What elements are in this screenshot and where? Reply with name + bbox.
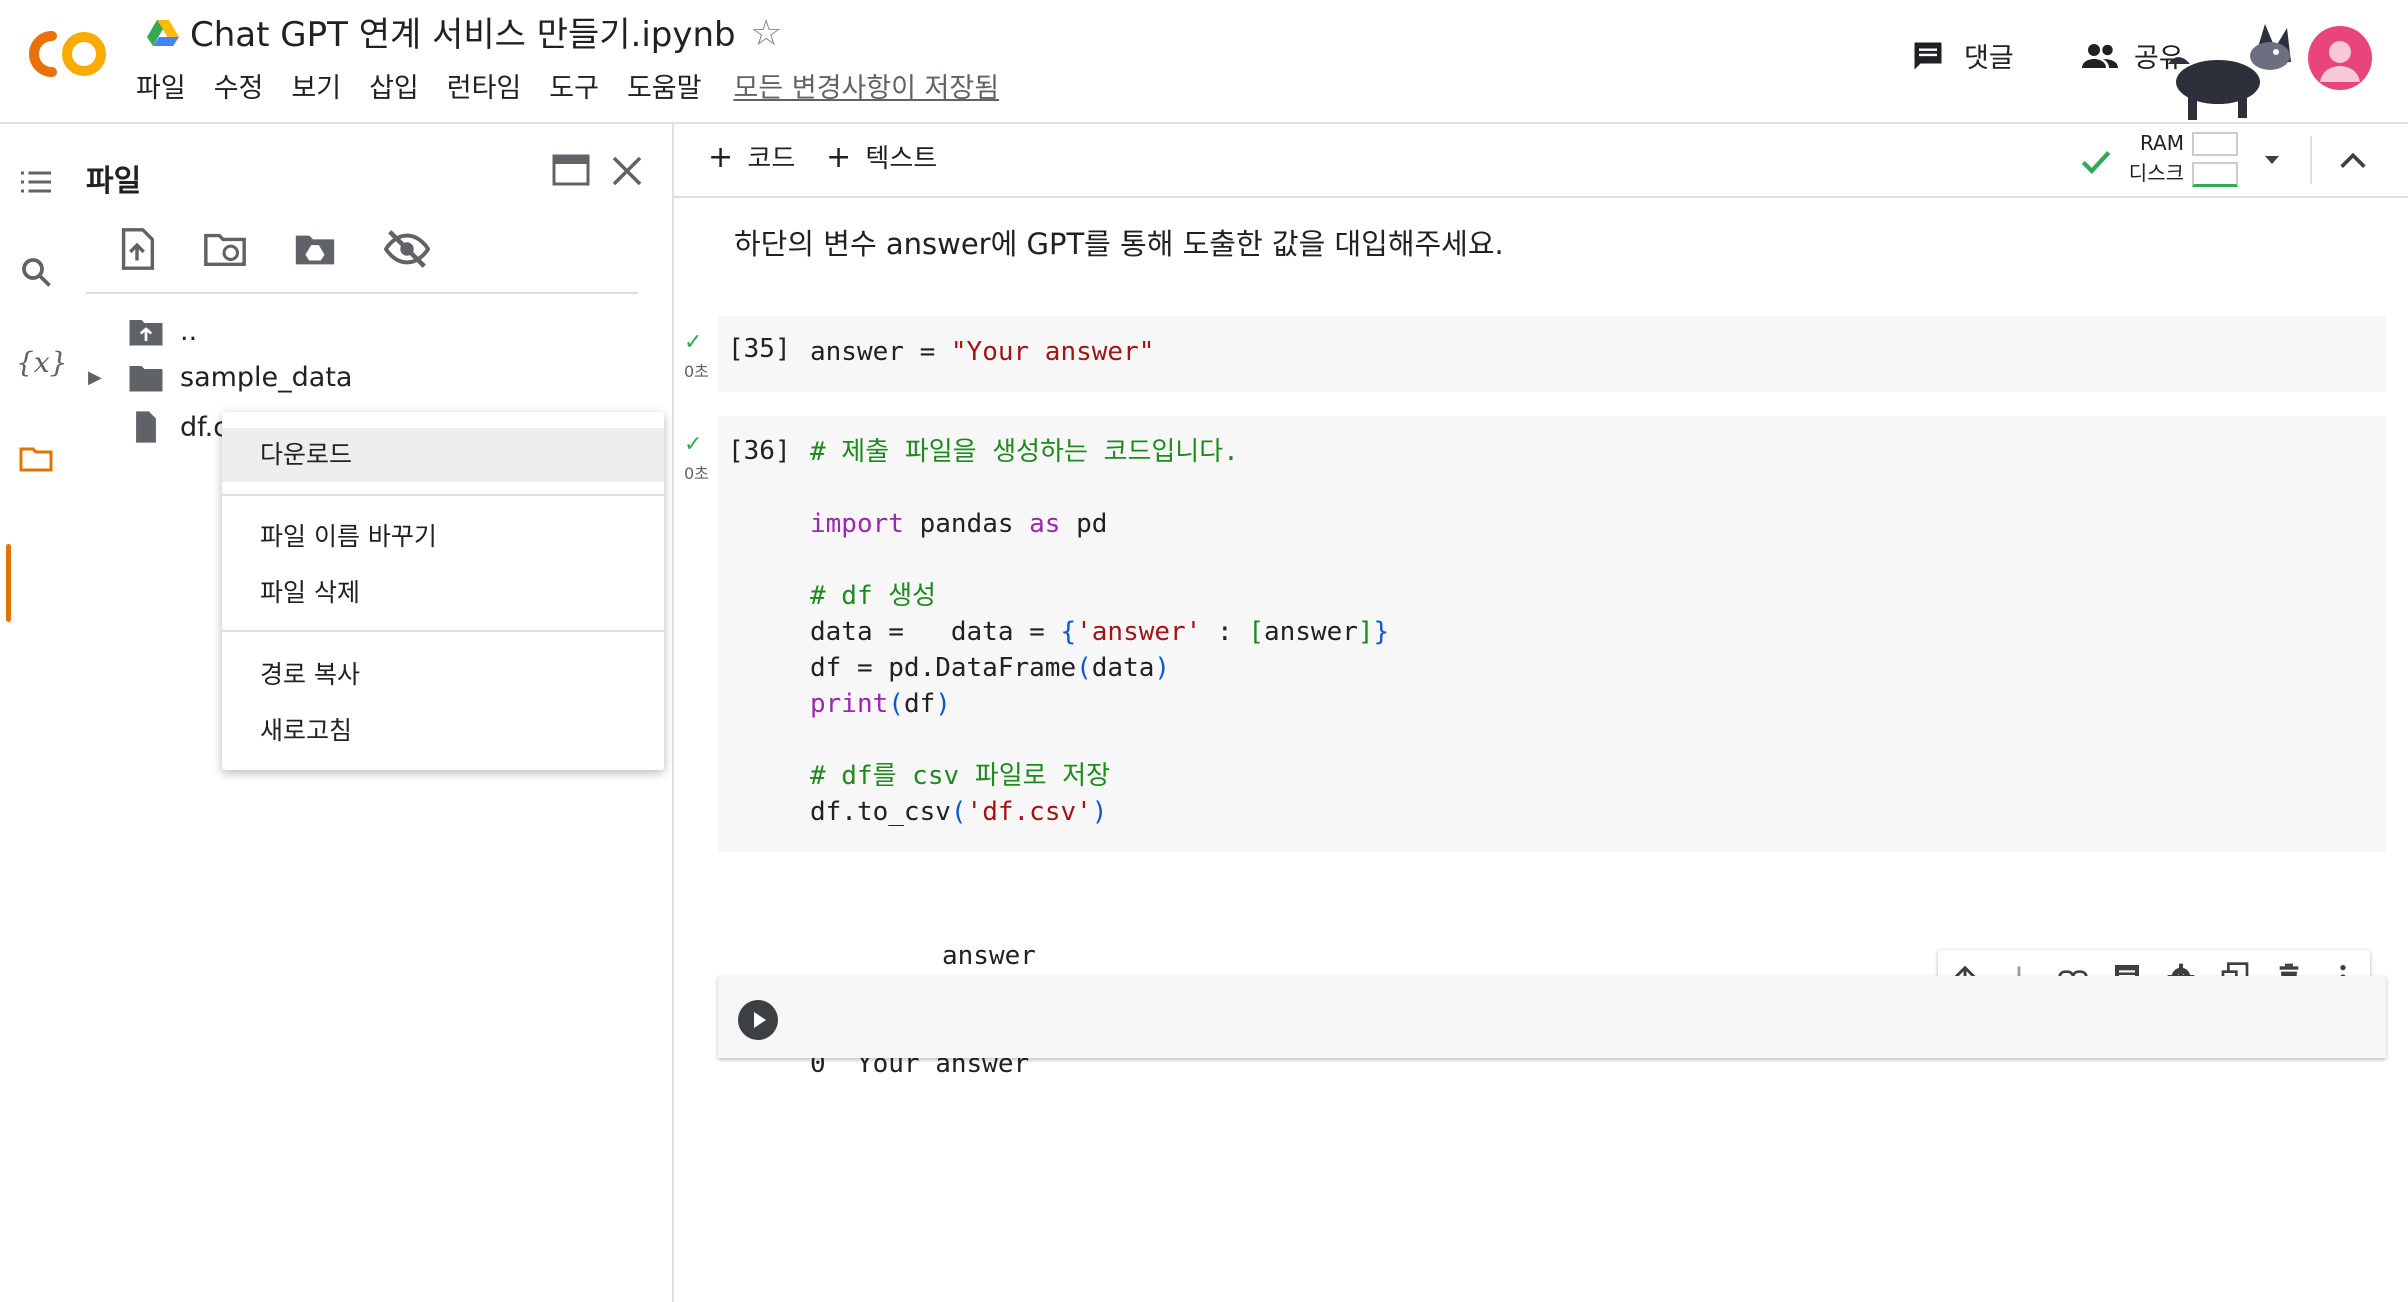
tree-item-label: sample_data xyxy=(180,362,353,393)
colab-logo[interactable] xyxy=(22,26,110,82)
code-editor[interactable]: # 제출 파일을 생성하는 코드입니다. import pandas as pd… xyxy=(810,434,1389,830)
disk-meter xyxy=(2192,162,2238,187)
menu-item-rename[interactable]: 파일 이름 바꾸기 xyxy=(222,510,664,564)
output-header: answer xyxy=(942,941,1036,971)
folder-icon[interactable] xyxy=(18,440,54,476)
text-cell[interactable]: 하단의 변수 answer에 GPT를 통해 도출한 값을 대입해주세요. xyxy=(734,222,1504,266)
google-drive-icon[interactable] xyxy=(146,18,180,48)
tree-item-label: df.c xyxy=(180,411,229,443)
menu-separator xyxy=(222,630,664,632)
run-cell-button[interactable] xyxy=(738,1000,778,1040)
menu-view[interactable]: 보기 xyxy=(291,68,341,110)
disk-label: 디스크 xyxy=(2128,161,2184,185)
menu-item-download[interactable]: 다운로드 xyxy=(222,428,664,482)
refresh-folder-icon[interactable] xyxy=(202,226,248,272)
collapse-chevron-icon[interactable] xyxy=(2336,146,2370,176)
menu-insert[interactable]: 삽입 xyxy=(369,68,419,110)
run-status-check-icon: ✓ xyxy=(684,330,703,355)
menu-separator xyxy=(222,494,664,496)
save-status[interactable]: 모든 변경사항이 저장됨 xyxy=(734,68,1000,110)
exec-time: 0초 xyxy=(684,362,709,381)
run-status-check-icon: ✓ xyxy=(684,432,703,457)
panel-title: 파일 xyxy=(86,164,142,199)
menu-help[interactable]: 도움말 xyxy=(627,68,702,110)
tree-item-sample-data[interactable]: ▶ sample_data xyxy=(88,362,352,393)
menu-edit[interactable]: 수정 xyxy=(214,68,264,110)
exec-time: 0초 xyxy=(684,464,709,483)
plus-icon: + xyxy=(708,140,734,175)
notebook-title[interactable]: Chat GPT 연계 서비스 만들기.ipynb xyxy=(190,10,736,60)
people-icon xyxy=(2082,43,2118,68)
open-in-window-icon[interactable] xyxy=(552,154,590,186)
play-icon xyxy=(754,1012,766,1028)
empty-code-cell[interactable] xyxy=(718,976,2386,1058)
ram-label: RAM xyxy=(2139,131,2184,155)
add-code-button[interactable]: + 코드 xyxy=(708,138,795,175)
folder-up-icon xyxy=(129,319,163,345)
menu-item-copy-path[interactable]: 경로 복사 xyxy=(222,648,664,702)
table-of-contents-icon[interactable] xyxy=(18,164,54,200)
variables-icon[interactable]: {x} xyxy=(16,346,67,382)
upload-file-icon[interactable] xyxy=(114,226,160,272)
resource-labels[interactable]: RAM 디스크 xyxy=(2124,128,2184,188)
exec-count: [35] xyxy=(728,334,791,364)
left-rail: {x} xyxy=(0,124,70,1302)
comment-button[interactable]: 댓글 xyxy=(1910,36,2014,75)
active-indicator xyxy=(6,544,11,622)
code-editor[interactable]: answer = "Your answer" xyxy=(810,334,1154,370)
comment-label: 댓글 xyxy=(1964,43,2014,74)
context-menu: 다운로드 파일 이름 바꾸기 파일 삭제 경로 복사 새로고침 xyxy=(222,412,664,770)
plus-icon: + xyxy=(826,140,852,175)
menu-item-delete[interactable]: 파일 삭제 xyxy=(222,566,664,620)
hide-files-icon[interactable] xyxy=(384,226,430,272)
add-text-button[interactable]: + 텍스트 xyxy=(826,138,937,175)
ram-meter xyxy=(2192,132,2238,156)
tree-item-label: .. xyxy=(180,316,198,347)
menu-item-refresh[interactable]: 새로고침 xyxy=(222,704,664,758)
tree-item-df-csv[interactable]: df.c xyxy=(128,410,228,444)
menu-file[interactable]: 파일 xyxy=(136,68,186,110)
close-icon[interactable] xyxy=(608,152,646,190)
search-icon[interactable] xyxy=(18,254,54,290)
tree-item-parent[interactable]: .. xyxy=(128,316,197,347)
mount-drive-icon[interactable] xyxy=(292,226,338,272)
folder-icon xyxy=(129,365,163,391)
menu-runtime[interactable]: 런타임 xyxy=(447,68,522,110)
avatar-icon xyxy=(2320,41,2360,82)
expand-arrow-icon[interactable]: ▶ xyxy=(88,367,128,388)
file-icon xyxy=(136,411,156,443)
star-icon[interactable]: ☆ xyxy=(750,12,782,56)
exec-count: [36] xyxy=(728,436,791,466)
user-avatar[interactable] xyxy=(2308,26,2372,90)
corgi-mascot-icon xyxy=(2168,24,2291,120)
toolbar-divider xyxy=(2310,136,2312,184)
divider xyxy=(86,292,638,294)
menu-bar: 파일 수정 보기 삽입 런타임 도구 도움말 모든 변경사항이 저장됨 xyxy=(136,68,1027,110)
connected-check-icon[interactable] xyxy=(2078,144,2114,178)
comment-icon xyxy=(1914,42,1942,69)
add-text-label: 텍스트 xyxy=(865,144,938,174)
add-code-label: 코드 xyxy=(747,144,796,174)
menu-tools[interactable]: 도구 xyxy=(549,68,599,110)
dropdown-arrow-icon[interactable] xyxy=(2260,150,2284,170)
